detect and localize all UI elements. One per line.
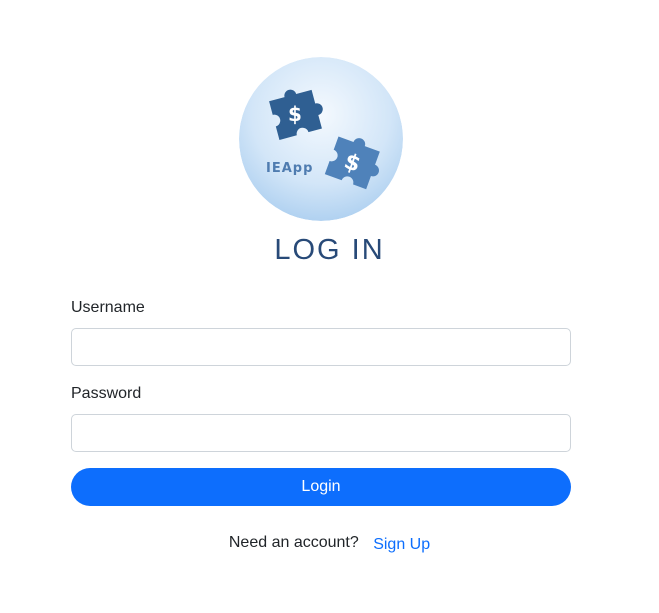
- username-label: Username: [71, 299, 145, 316]
- dollar-icon: $: [288, 102, 302, 126]
- signup-link[interactable]: Sign Up: [373, 536, 430, 553]
- username-input[interactable]: [71, 328, 571, 366]
- logo-graphic: $ $: [239, 57, 403, 221]
- password-input[interactable]: [71, 414, 571, 452]
- login-button[interactable]: Login: [71, 468, 571, 506]
- password-label: Password: [71, 385, 142, 402]
- app-logo: $ $ IEApp: [239, 57, 403, 221]
- page-title: LOG IN: [274, 234, 385, 266]
- logo-text: IEApp: [266, 161, 314, 176]
- signup-row: Need an account? Sign Up: [0, 534, 659, 553]
- signup-prompt: Need an account?: [228, 534, 359, 551]
